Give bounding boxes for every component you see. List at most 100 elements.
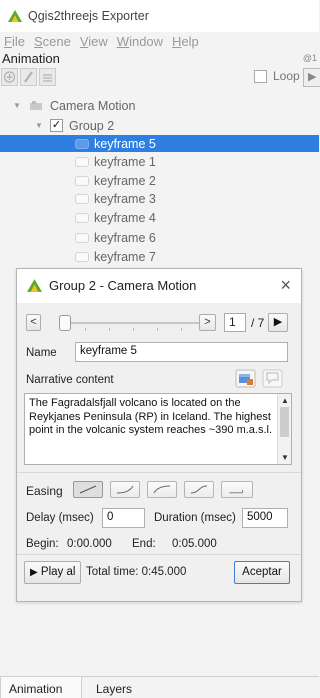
keyframe-icon <box>75 175 89 186</box>
scroll-down-icon[interactable]: ▼ <box>281 453 289 462</box>
keyframe-icon <box>75 212 89 223</box>
keyframe-slider-track[interactable] <box>61 322 204 324</box>
divider <box>17 554 301 555</box>
play-all-label: Play al <box>40 566 76 578</box>
keyframe-navigator: < > 1 / 7 ▶ <box>17 313 301 333</box>
tab-animation[interactable]: Animation <box>0 677 82 698</box>
play-keyframe-button[interactable]: ▶ <box>268 313 288 332</box>
keyframe-dialog: Group 2 - Camera Motion × < > 1 / 7 ▶ Na… <box>16 268 302 602</box>
tree-item-label: Group 2 <box>69 118 115 133</box>
prev-keyframe-button[interactable]: < <box>26 314 41 331</box>
easing-ease-in-button[interactable] <box>110 481 140 498</box>
tree-item-label: keyframe 6 <box>94 230 156 245</box>
easing-hold-icon <box>229 489 243 494</box>
tree-item-group[interactable]: ▼ ✓ Group 2 <box>0 117 319 134</box>
scroll-up-icon[interactable]: ▲ <box>281 396 289 405</box>
menu-file[interactable]: File <box>4 34 25 52</box>
keyframe-icon <box>75 251 89 262</box>
divider <box>17 472 301 473</box>
camera-motion-icon <box>30 100 42 110</box>
tree-item-label: keyframe 1 <box>94 154 156 169</box>
duration-input[interactable]: 5000 <box>242 508 288 528</box>
edit-keyframe-button[interactable] <box>20 68 37 86</box>
narrative-textarea[interactable]: The Fagradalsfjall volcano is located on… <box>24 393 292 465</box>
loop-toggle[interactable]: Loop <box>254 69 300 83</box>
keyframe-icon <box>75 138 89 149</box>
end-value: 0:05.000 <box>172 538 217 550</box>
tree-item-keyframe[interactable]: keyframe 1 <box>0 153 319 170</box>
tree-item-camera-motion[interactable]: ▼ Camera Motion <box>0 97 319 114</box>
tree-item-keyframe[interactable]: keyframe 3 <box>0 190 319 207</box>
accept-button[interactable]: Aceptar <box>234 561 290 584</box>
easing-ease-in-out-icon <box>190 485 208 494</box>
window-title: Qgis2threejs Exporter <box>28 9 149 23</box>
menu-view[interactable]: View <box>80 34 108 52</box>
dialog-header: Group 2 - Camera Motion × <box>17 269 301 303</box>
tree-item-label: keyframe 5 <box>94 136 156 151</box>
keyframe-icon <box>75 193 89 204</box>
remove-icon <box>43 74 52 82</box>
tree-item-label: Camera Motion <box>50 98 136 113</box>
menu-scene[interactable]: Scene <box>34 34 71 52</box>
easing-hold-button[interactable] <box>221 481 253 498</box>
delay-input[interactable]: 0 <box>102 508 145 528</box>
end-label: End: <box>132 538 156 550</box>
add-keyframe-icon <box>3 71 16 83</box>
tree-item-keyframe[interactable]: keyframe 6 <box>0 229 319 246</box>
tree-item-keyframe[interactable]: keyframe 7 <box>0 248 319 265</box>
keyframe-slider-handle[interactable] <box>59 315 71 331</box>
panel-corner-label: @1 <box>302 53 317 63</box>
next-keyframe-button[interactable]: > <box>199 314 216 331</box>
close-icon[interactable]: × <box>280 275 291 296</box>
speech-bubble-icon[interactable] <box>262 368 283 389</box>
frame-number-spinbox[interactable]: 1 <box>224 313 246 332</box>
add-image-icon[interactable] <box>235 368 256 389</box>
keyframe-icon <box>75 232 89 243</box>
qgis2threejs-logo-icon <box>27 279 42 292</box>
begin-value: 0:00.000 <box>67 538 112 550</box>
loop-label: Loop <box>273 69 300 83</box>
name-input[interactable]: keyframe 5 <box>75 342 288 362</box>
total-frames-label: / 7 <box>251 316 265 330</box>
play-button[interactable]: ▶ <box>303 68 320 87</box>
narrative-label: Narrative content <box>26 374 114 386</box>
menu-window[interactable]: Window <box>117 34 163 52</box>
remove-keyframe-button[interactable] <box>39 68 56 86</box>
easing-ease-out-button[interactable] <box>147 481 177 498</box>
expand-arrow-icon[interactable]: ▼ <box>35 121 43 130</box>
scrollbar-thumb[interactable] <box>280 407 289 437</box>
delay-label: Delay (msec) <box>26 512 94 524</box>
animation-toolbar: Loop ▶ <box>0 67 320 89</box>
group-checkbox[interactable]: ✓ <box>50 119 63 132</box>
expand-arrow-icon[interactable]: ▼ <box>13 101 21 110</box>
play-icon: ▶ <box>30 567 38 578</box>
animation-panel-title: Animation <box>2 51 60 66</box>
edit-icon <box>24 71 33 83</box>
dock-tab-bar: Animation Layers <box>0 676 319 698</box>
menu-bar: File Scene View Window Help <box>0 34 319 52</box>
tree-item-label: keyframe 3 <box>94 191 156 206</box>
play-icon: ▶ <box>308 71 317 83</box>
play-all-button[interactable]: ▶ Play al <box>24 561 81 584</box>
qgis2threejs-logo-icon <box>8 10 22 22</box>
total-time-label: Total time: 0:45.000 <box>86 566 187 578</box>
keyframe-icon <box>75 156 89 167</box>
tree-item-keyframe[interactable]: keyframe 4 <box>0 209 319 226</box>
easing-label: Easing <box>26 484 63 498</box>
tree-item-label: keyframe 2 <box>94 173 156 188</box>
duration-label: Duration (msec) <box>154 512 236 524</box>
easing-ease-out-icon <box>153 485 171 494</box>
tree-item-keyframe[interactable]: keyframe 5 <box>0 135 319 152</box>
slider-ticks <box>61 328 204 331</box>
tree-item-label: keyframe 7 <box>94 249 156 264</box>
tree-item-keyframe[interactable]: keyframe 2 <box>0 172 319 189</box>
easing-ease-in-out-button[interactable] <box>184 481 214 498</box>
tab-layers[interactable]: Layers <box>88 677 140 698</box>
easing-linear-icon <box>79 485 97 494</box>
tree-item-label: keyframe 4 <box>94 210 156 225</box>
loop-checkbox[interactable] <box>254 69 267 83</box>
menu-help[interactable]: Help <box>172 34 199 52</box>
easing-linear-button[interactable] <box>73 481 103 498</box>
narrative-scrollbar[interactable]: ▲ ▼ <box>277 394 291 464</box>
add-keyframe-button[interactable] <box>1 68 18 86</box>
